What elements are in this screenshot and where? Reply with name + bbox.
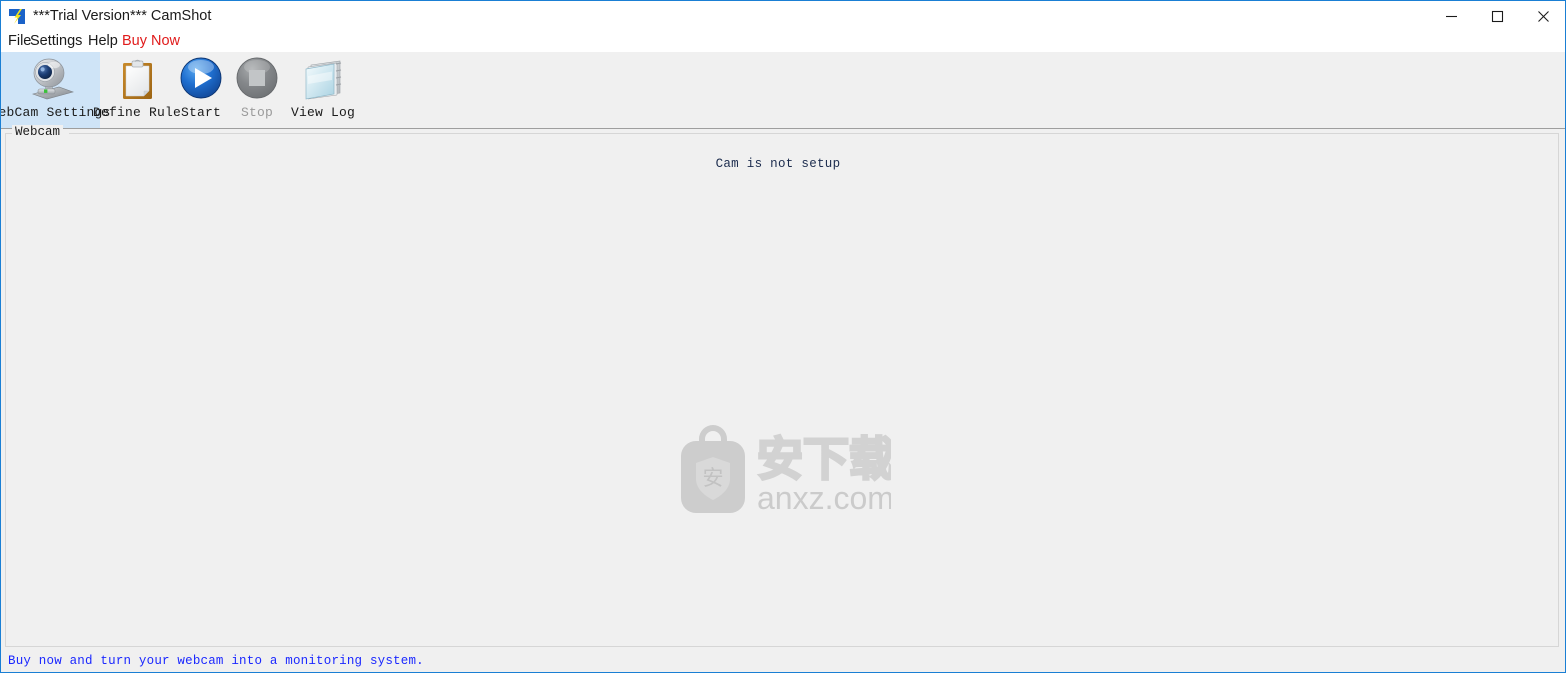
groupbox-border-left <box>5 133 12 134</box>
play-icon <box>175 56 227 102</box>
toolbar-button-stop[interactable]: Stop <box>228 52 286 128</box>
stop-icon <box>231 56 283 102</box>
toolbar-label-view-log: View Log <box>290 105 355 120</box>
window-title: ***Trial Version*** CamShot <box>33 8 212 24</box>
menu-item-settings[interactable]: Settings <box>30 31 82 52</box>
clipboard-icon <box>111 56 163 102</box>
status-bar: Buy now and turn your webcam into a moni… <box>1 651 1565 672</box>
groupbox-border-right <box>69 133 1559 134</box>
notepad-icon <box>297 56 349 102</box>
toolbar-label-stop: Stop <box>240 105 273 120</box>
maximize-icon <box>1491 10 1504 23</box>
webcam-groupbox <box>5 133 1559 647</box>
toolbar-button-define-rule[interactable]: Define Rule <box>93 52 181 128</box>
status-bar-message: Buy now and turn your webcam into a moni… <box>8 654 424 668</box>
toolbar-label-start: Start <box>180 105 221 120</box>
minimize-icon <box>1445 10 1458 23</box>
minimize-button[interactable] <box>1428 1 1474 31</box>
close-button[interactable] <box>1520 1 1565 31</box>
toolbar-label-define-rule: Define Rule <box>93 105 182 120</box>
cam-status-text: Cam is not setup <box>715 157 841 171</box>
menu-item-help[interactable]: Help <box>88 31 118 52</box>
toolbar: WebCam Settings Define Rule Start Stop V… <box>1 52 1565 129</box>
toolbar-button-view-log[interactable]: View Log <box>286 52 360 128</box>
close-icon <box>1537 10 1550 23</box>
toolbar-button-webcam-settings[interactable]: WebCam Settings <box>1 52 110 128</box>
lightning-bolt-icon <box>9 8 26 25</box>
toolbar-button-start[interactable]: Start <box>174 52 228 128</box>
title-bar: ***Trial Version*** CamShot <box>1 1 1565 31</box>
webcam-icon <box>25 56 77 102</box>
content-area: Webcam Cam is not setup 安 安下载 anxz.com <box>1 125 1565 672</box>
menu-bar: File Settings Help Buy Now <box>1 31 1565 52</box>
groupbox-label-webcam: Webcam <box>12 125 64 140</box>
menu-item-buy-now[interactable]: Buy Now <box>122 31 180 52</box>
maximize-button[interactable] <box>1474 1 1520 31</box>
menu-item-file[interactable]: File <box>8 31 31 52</box>
application-window: ***Trial Version*** CamShot File Setting… <box>0 0 1566 673</box>
